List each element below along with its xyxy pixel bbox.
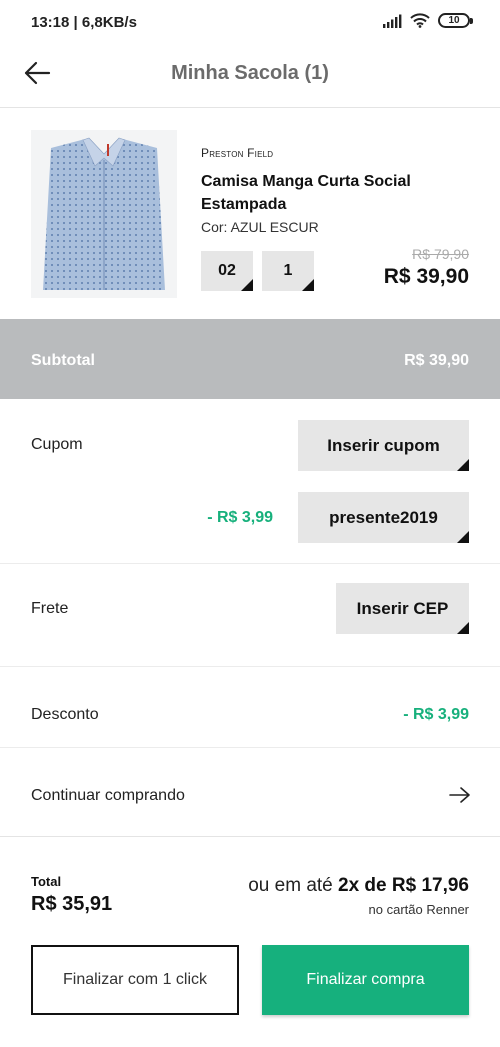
arrow-right-icon[interactable]: [448, 785, 472, 805]
continue-shopping-label: Continuar comprando: [31, 787, 185, 804]
status-time: 13:18 | 6,8KB/s: [31, 14, 137, 31]
old-price: R$ 79,90: [412, 246, 469, 262]
page-title: Minha Sacola (1): [171, 62, 329, 84]
discount-value: - R$ 3,99: [403, 706, 469, 723]
installment-info: ou em até 2x de R$ 17,96: [248, 875, 469, 897]
total-label: Total: [31, 874, 62, 889]
product-brand: Preston Field: [201, 146, 274, 160]
product-color: Cor: AZUL ESCUR: [201, 219, 319, 235]
insert-coupon-label: Inserir cupom: [327, 435, 440, 455]
coupon-label: Cupom: [31, 436, 83, 453]
battery-level: 10: [448, 15, 460, 26]
battery-icon: 10: [438, 13, 473, 28]
product-image[interactable]: [31, 130, 177, 298]
checkout-label: Finalizar compra: [306, 971, 425, 988]
size-select[interactable]: 02: [201, 251, 253, 291]
insert-cep-label: Inserir CEP: [356, 598, 449, 618]
installment-value: 2x de R$ 17,96: [338, 875, 469, 896]
dropdown-corner-icon: [241, 279, 253, 291]
divider: [0, 666, 500, 667]
status-bar: 13:18 | 6,8KB/s 10: [0, 0, 500, 46]
signal-icon: [383, 14, 402, 28]
product-name[interactable]: Camisa Manga Curta Social Estampada: [201, 170, 451, 216]
shipping-label: Frete: [31, 600, 69, 617]
coupon-discount: - R$ 3,99: [207, 509, 273, 526]
applied-coupon-code: presente2019: [329, 507, 438, 527]
dropdown-corner-icon: [457, 531, 469, 543]
insert-cep-button[interactable]: Inserir CEP: [336, 583, 469, 634]
dropdown-corner-icon: [302, 279, 314, 291]
quantity-value: 1: [283, 262, 293, 279]
continue-shopping-row[interactable]: Continuar comprando: [0, 748, 500, 835]
one-click-checkout-button[interactable]: Finalizar com 1 click: [31, 945, 239, 1015]
subtotal-label: Subtotal: [31, 352, 95, 369]
subtotal-value: R$ 39,90: [404, 352, 469, 369]
checkout-footer: Total R$ 35,91 ou em até 2x de R$ 17,96 …: [0, 836, 500, 1047]
app-header: Minha Sacola (1): [0, 46, 500, 108]
dropdown-corner-icon: [457, 459, 469, 471]
divider: [0, 563, 500, 564]
current-price: R$ 39,90: [383, 265, 469, 288]
dropdown-corner-icon: [457, 622, 469, 634]
quantity-select[interactable]: 1: [262, 251, 314, 291]
total-value: R$ 35,91: [31, 893, 113, 915]
subtotal-bar: Subtotal R$ 39,90: [0, 319, 500, 399]
shirt-image: [31, 130, 177, 298]
applied-coupon-button[interactable]: presente2019: [298, 492, 469, 543]
insert-coupon-button[interactable]: Inserir cupom: [298, 420, 469, 471]
discount-label: Desconto: [31, 706, 99, 723]
one-click-label: Finalizar com 1 click: [62, 971, 208, 988]
card-note: no cartão Renner: [368, 902, 469, 917]
wifi-icon: [410, 13, 430, 28]
cart-item: Preston Field Camisa Manga Curta Social …: [0, 109, 500, 319]
checkout-button[interactable]: Finalizar compra: [262, 945, 469, 1015]
installment-prefix: ou em até: [248, 875, 339, 896]
size-value: 02: [218, 262, 236, 279]
